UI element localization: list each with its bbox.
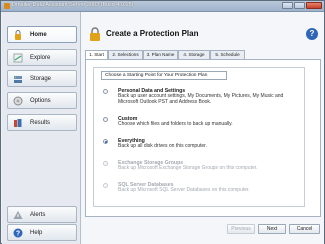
sidebar-item-label: Storage [30,76,52,82]
radio-button[interactable] [103,89,108,94]
tab-selections[interactable]: 2. Selections [108,50,143,59]
option-description: Back up user account settings, My Docume… [118,93,284,105]
alert-icon [13,211,23,219]
sidebar-item-results[interactable]: Results [7,114,77,131]
sidebar-item-label: Home [30,32,47,38]
app-logo-icon [4,3,10,9]
previous-button[interactable]: Previous [227,224,255,234]
radio-button[interactable] [103,117,108,122]
option-description: Choose which files and folders to back u… [118,121,233,127]
option-description: Back up all disk drives on this computer… [118,143,207,149]
sidebar-item-storage[interactable]: Storage [7,70,77,87]
lock-icon [90,27,100,41]
app-window: Dmailer Data Assistant Server 2003 (Buil… [0,0,325,244]
tab-plan-name[interactable]: 3. Plan Name [143,50,178,59]
radio-button-disabled [103,183,108,188]
group-legend: Choose a Starting Point for Your Protect… [101,71,227,80]
sidebar-item-label: Explore [30,55,51,61]
tab-panel: Choose a Starting Point for Your Protect… [85,59,321,217]
window-title: Dmailer Data Assistant Server 2003 (Buil… [12,2,134,8]
results-icon [14,119,22,127]
sidebar-item-label: Help [30,230,43,236]
sidebar-item-label: Options [30,98,51,104]
maximize-button[interactable] [294,2,305,9]
sidebar-item-help[interactable]: ? Help [7,224,77,241]
tab-schedule[interactable]: 5. Schedule [210,50,245,59]
help-icon[interactable]: ? [306,28,318,40]
title-bar[interactable]: Dmailer Data Assistant Server 2003 (Buil… [1,1,324,12]
help-icon: ? [13,228,23,238]
wizard-footer: Previous Next Cancel [81,224,324,244]
next-button[interactable]: Next [258,224,286,234]
sidebar-item-label: Alerts [30,212,46,218]
sidebar-item-label: Results [30,120,51,126]
sidebar-item-explore[interactable]: Explore [7,49,77,66]
starting-point-group: Choose a Starting Point for Your Protect… [93,67,305,207]
storage-icon [14,76,22,83]
options-icon [13,96,23,106]
sidebar: Home Explore Storage Options Results Ale… [2,12,81,244]
sidebar-item-options[interactable]: Options [7,92,77,109]
sidebar-item-alerts[interactable]: Alerts [7,206,77,223]
sidebar-item-home[interactable]: Home [7,26,77,43]
minimize-button[interactable] [282,2,293,9]
cancel-button[interactable]: Cancel [289,224,320,234]
home-icon [15,30,21,40]
main-content: Create a Protection Plan ? 1. Start 2. S… [81,12,324,244]
option-description: Back up Microsoft Exchange Storage Group… [118,165,258,171]
radio-button-disabled [103,161,108,166]
radio-button-selected[interactable] [103,139,108,144]
tab-storage[interactable]: 4. Storage [178,50,210,59]
option-description: Back up Microsoft SQL Server Databases o… [118,187,250,193]
explore-icon [13,53,23,63]
page-title: Create a Protection Plan [106,29,199,38]
close-button[interactable] [306,2,322,9]
svg-text:?: ? [16,231,20,238]
